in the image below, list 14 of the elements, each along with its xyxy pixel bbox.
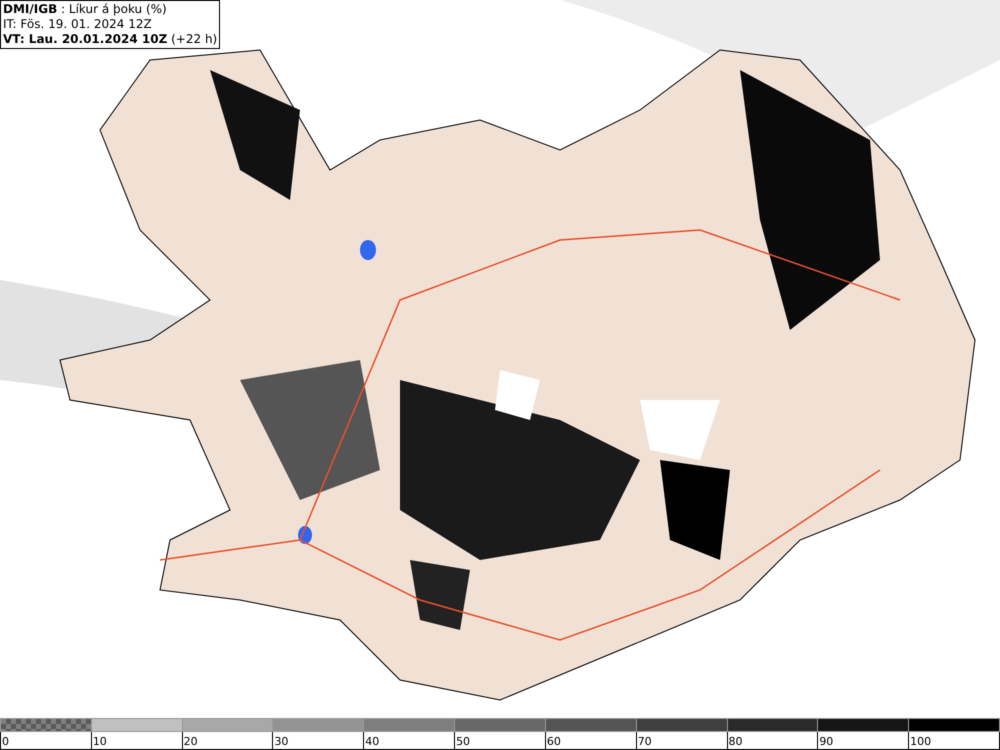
scale-label: 10 xyxy=(92,735,107,749)
scale-label: 0 xyxy=(1,735,9,749)
scale-label: 80 xyxy=(728,735,742,749)
scale-label: 50 xyxy=(455,735,470,749)
title-line: IT: Fös. 19. 01. 2024 12Z xyxy=(3,17,153,32)
title-line: VT: Lau. 20.01.2024 10Z (+22 h) xyxy=(3,32,218,47)
scale-label: 60 xyxy=(546,735,561,749)
scale-label: 40 xyxy=(364,735,380,749)
scale-label: 90 xyxy=(818,735,834,749)
scale-label: 100 xyxy=(909,735,932,749)
scale-label: 20 xyxy=(182,735,198,749)
title-line: DMI/IGB : Líkur á þoku (%) xyxy=(3,2,168,17)
scale-label: 70 xyxy=(636,735,652,749)
scale-label: 30 xyxy=(273,735,288,749)
